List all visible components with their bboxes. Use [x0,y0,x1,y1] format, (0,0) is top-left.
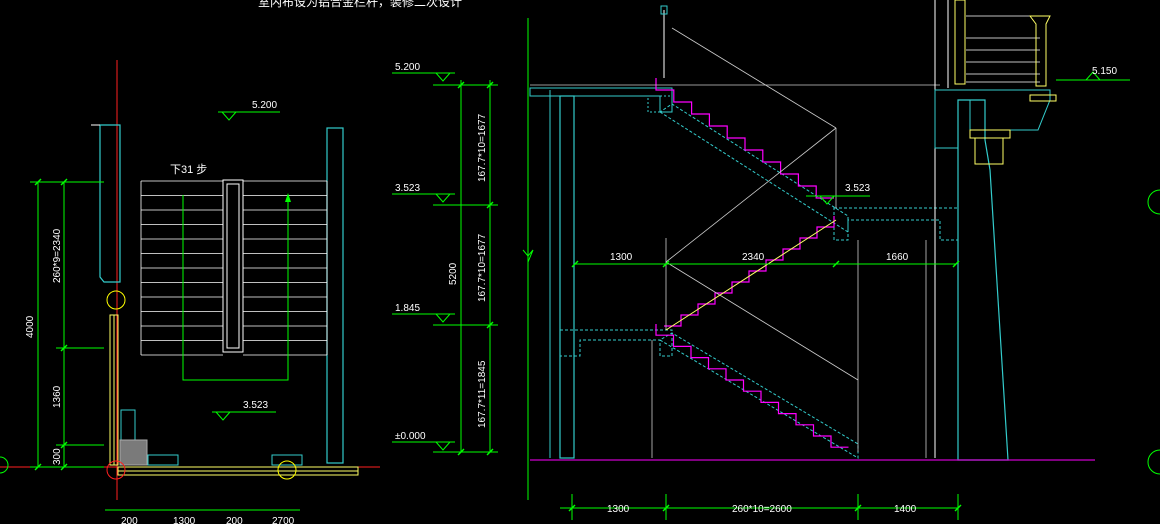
handrail [665,219,837,331]
level-2: 1.845 [395,303,420,314]
level-3: ±0.000 [395,431,426,442]
lower-steps [655,324,849,448]
upper-flight [659,103,849,233]
plan-treads [140,180,328,356]
axis-dim-1: 167.7*10=1677 [477,233,488,302]
header-note: 室内布设为铝合金栏杆，装修二次设计 [258,0,462,9]
bottom-dim-2: 1400 [894,504,917,515]
plan-right-wall [326,127,344,464]
plan-dim-base: 300 [52,448,63,465]
section-view: 5.150 3.523 1300 2340 1660 1300 260*10=2… [0,0,1160,520]
plan-column [119,439,148,466]
upper-steps [655,78,834,199]
plan-view: 下31 步 5.200 3.523 4000 260*9=2340 1360 3… [0,60,380,524]
lower-flight [659,332,859,459]
section-left-wall [559,95,575,459]
axis-total: 5200 [448,262,459,285]
level-0: 5.200 [395,62,420,73]
mid-dim-2: 1660 [886,252,909,263]
mid-landing [833,207,959,241]
section-elev-landing: 3.523 [845,183,870,194]
plan-elev-landing: 3.523 [243,400,268,411]
axis-dim-0: 167.7*10=1677 [477,113,488,182]
plan-dim-b1: 1300 [173,516,196,524]
section-right-wall [957,99,1009,461]
section-elev-right: 5.150 [1092,66,1117,77]
plan-dim-total: 4000 [25,315,36,338]
mid-dim-1: 2340 [742,252,765,263]
plan-dim-b3: 2700 [272,516,295,524]
plan-stair-label: 下31 步 [170,163,207,176]
elevation-axis: 5.200 3.523 1.845 ±0.000 167.7*10=1677 1… [392,62,498,456]
plan-dim-landing: 1360 [52,385,63,408]
plan-dim-treads: 260*9=2340 [52,228,63,283]
plan-dim-b2: 200 [226,516,243,524]
plan-well [222,179,244,353]
plan-elev-top: 5.200 [252,100,277,111]
bottom-dim-1: 260*10=2600 [732,504,792,515]
middle-steps [664,216,835,327]
level-1: 3.523 [395,183,420,194]
axis-dim-2: 167.7*11=1845 [477,360,488,428]
mid-dim-0: 1300 [610,252,633,263]
plan-dim-b0: 200 [121,516,138,524]
bottom-dim-0: 1300 [607,504,630,515]
stair-drawing: 室内布设为铝合金栏杆，装修二次设计 下31 步 5.200 3.523 4000… [0,0,1160,524]
